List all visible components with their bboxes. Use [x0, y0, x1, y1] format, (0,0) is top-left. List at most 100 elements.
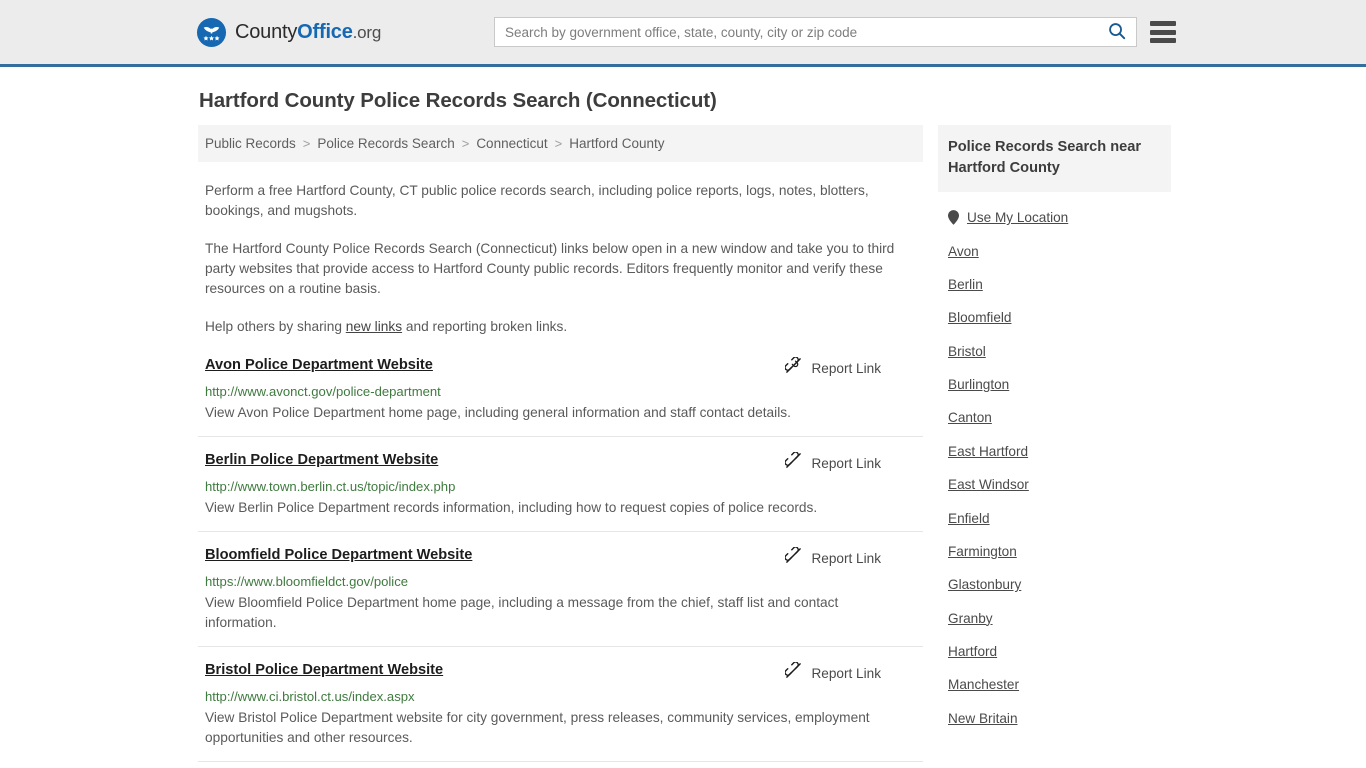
listing-description: View Berlin Police Department records in…	[205, 500, 818, 515]
report-link-button[interactable]: Report Link	[784, 356, 881, 379]
sidebar-item-label: Manchester	[948, 677, 1020, 693]
brand-part-org: .org	[352, 22, 382, 42]
sidebar-item-label: Use My Location	[967, 210, 1069, 226]
listing-title-link[interactable]: Berlin Police Department Website	[205, 451, 438, 470]
site-header: CountyOffice.org	[0, 0, 1366, 67]
breadcrumb-separator: >	[554, 136, 563, 151]
sidebar-item-farmington[interactable]: Farmington	[938, 535, 1171, 568]
report-link-button[interactable]: Report Link	[784, 661, 881, 684]
intro-text-before: Help others by sharing	[205, 319, 346, 334]
listing-title-link[interactable]: Bristol Police Department Website	[205, 661, 443, 680]
sidebar-item-label: Berlin	[948, 276, 983, 292]
breadcrumb-item-police-records-search[interactable]: Police Records Search	[317, 136, 454, 151]
sidebar-item-berlin[interactable]: Berlin	[938, 268, 1171, 301]
sidebar-item-label: East Hartford	[948, 443, 1029, 459]
sidebar: Police Records Search near Hartford Coun…	[938, 125, 1171, 735]
breadcrumb-item-public-records[interactable]: Public Records	[205, 136, 296, 151]
new-links-link[interactable]: new links	[346, 319, 402, 334]
listing-header: Avon Police Department Website Report Li…	[205, 356, 923, 379]
sidebar-item-label: Bristol	[948, 343, 986, 359]
listing-url-link[interactable]: http://www.town.berlin.ct.us/topic/index…	[205, 478, 923, 496]
main-column: Public Records > Police Records Search >…	[198, 125, 923, 762]
listing-url-link[interactable]: http://www.ci.bristol.ct.us/index.aspx	[205, 688, 923, 706]
sidebar-item-granby[interactable]: Granby	[938, 602, 1171, 635]
sidebar-item-east-windsor[interactable]: East Windsor	[938, 468, 1171, 501]
sidebar-item-use-my-location[interactable]: Use My Location	[938, 201, 1171, 234]
sidebar-item-glastonbury[interactable]: Glastonbury	[938, 568, 1171, 601]
sidebar-item-label: Farmington	[948, 543, 1017, 559]
breadcrumb-item-connecticut[interactable]: Connecticut	[476, 136, 547, 151]
listing-header: Bristol Police Department Website Report…	[205, 661, 923, 684]
broken-link-icon	[784, 451, 802, 474]
listing-header: Berlin Police Department Website Report …	[205, 451, 923, 474]
sidebar-item-label: Hartford	[948, 644, 998, 660]
sidebar-item-bloomfield[interactable]: Bloomfield	[938, 301, 1171, 334]
intro-text-after: and reporting broken links.	[402, 319, 568, 334]
sidebar-item-label: Bloomfield	[948, 310, 1012, 326]
listing-item: Avon Police Department Website Report Li…	[198, 356, 923, 437]
menu-bar-2	[1150, 29, 1176, 35]
broken-link-icon	[784, 356, 802, 379]
menu-bar-1	[1150, 21, 1176, 26]
listing-item: Berlin Police Department Website Report …	[198, 437, 923, 532]
listing-title-link[interactable]: Avon Police Department Website	[205, 356, 433, 375]
report-link-button[interactable]: Report Link	[784, 546, 881, 569]
listing-url-link[interactable]: http://www.avonct.gov/police-department	[205, 383, 923, 401]
sidebar-item-burlington[interactable]: Burlington	[938, 368, 1171, 401]
map-pin-icon	[948, 210, 959, 226]
sidebar-heading: Police Records Search near Hartford Coun…	[938, 125, 1171, 192]
listing-description: View Bloomfield Police Department home p…	[205, 595, 839, 630]
breadcrumb: Public Records > Police Records Search >…	[198, 125, 923, 162]
report-link-label: Report Link	[811, 455, 881, 471]
hamburger-menu-icon[interactable]	[1150, 21, 1176, 43]
site-logo-text: CountyOffice.org	[235, 21, 381, 44]
sidebar-nearby-list: Use My Location Avon Berlin Bloomfield B…	[938, 201, 1171, 735]
sidebar-item-label: Enfield	[948, 510, 990, 526]
page-title: Hartford County Police Records Search (C…	[199, 89, 717, 112]
listing-url-link[interactable]: https://www.bloomfieldct.gov/police	[205, 573, 923, 591]
intro-paragraph-3: Help others by sharing new links and rep…	[198, 317, 923, 337]
breadcrumb-separator: >	[302, 136, 311, 151]
breadcrumb-item-hartford-county[interactable]: Hartford County	[569, 136, 664, 151]
sidebar-item-label: Granby	[948, 610, 993, 626]
sidebar-item-canton[interactable]: Canton	[938, 401, 1171, 434]
listings: Avon Police Department Website Report Li…	[198, 356, 923, 762]
broken-link-icon	[784, 661, 802, 684]
eagle-shield-icon	[196, 17, 227, 48]
listing-title-link[interactable]: Bloomfield Police Department Website	[205, 546, 472, 565]
breadcrumb-separator: >	[461, 136, 470, 151]
sidebar-item-label: Glastonbury	[948, 577, 1022, 593]
intro-paragraph-1: Perform a free Hartford County, CT publi…	[205, 183, 869, 218]
listing-item: Bloomfield Police Department Website Rep…	[198, 532, 923, 647]
search-icon	[1108, 22, 1126, 43]
sidebar-item-label: Burlington	[948, 377, 1010, 393]
brand-part-county: County	[235, 20, 298, 43]
broken-link-icon	[784, 546, 802, 569]
listing-description: View Bristol Police Department website f…	[205, 710, 870, 745]
menu-bar-3	[1150, 38, 1176, 43]
sidebar-item-new-britain[interactable]: New Britain	[938, 702, 1171, 735]
report-link-label: Report Link	[811, 550, 881, 566]
sidebar-item-label: New Britain	[948, 710, 1018, 726]
sidebar-item-east-hartford[interactable]: East Hartford	[938, 435, 1171, 468]
listing-description: View Avon Police Department home page, i…	[205, 405, 791, 420]
report-link-label: Report Link	[811, 665, 881, 681]
sidebar-item-bristol[interactable]: Bristol	[938, 335, 1171, 368]
sidebar-item-hartford[interactable]: Hartford	[938, 635, 1171, 668]
report-link-button[interactable]: Report Link	[784, 451, 881, 474]
search-input[interactable]	[495, 18, 1098, 46]
report-link-label: Report Link	[811, 360, 881, 376]
listing-header: Bloomfield Police Department Website Rep…	[205, 546, 923, 569]
brand-part-office: Office	[297, 20, 353, 43]
sidebar-item-enfield[interactable]: Enfield	[938, 501, 1171, 534]
sidebar-item-manchester[interactable]: Manchester	[938, 668, 1171, 701]
site-logo-link[interactable]: CountyOffice.org	[196, 17, 381, 48]
listing-item: Bristol Police Department Website Report…	[198, 647, 923, 762]
sidebar-item-label: Avon	[948, 243, 979, 259]
sidebar-item-avon[interactable]: Avon	[938, 234, 1171, 267]
intro-paragraph-2: The Hartford County Police Records Searc…	[205, 241, 895, 296]
sidebar-item-label: Canton	[948, 410, 992, 426]
sidebar-item-label: East Windsor	[948, 477, 1029, 493]
search-bar[interactable]	[494, 17, 1137, 47]
search-button[interactable]	[1098, 18, 1136, 46]
